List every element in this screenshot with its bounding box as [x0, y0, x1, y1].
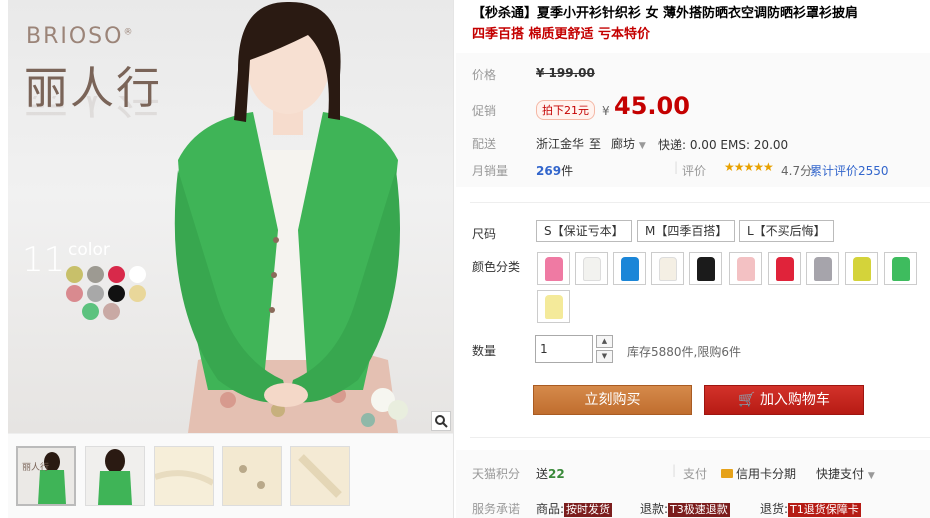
- sale-price: 45.00: [614, 92, 690, 120]
- color-option-pink[interactable]: [537, 252, 570, 285]
- color-swatch: [129, 285, 146, 302]
- service-return: 退货: T1退货保障卡: [760, 502, 861, 517]
- size-option-m[interactable]: M【四季百搭】: [637, 220, 736, 242]
- pay-label: 支付: [683, 467, 708, 481]
- size-option-l[interactable]: L【不买后悔】: [739, 220, 834, 242]
- chevron-down-icon: ▼: [638, 141, 646, 151]
- review-label: 评价: [682, 164, 707, 178]
- color-option-white[interactable]: [575, 252, 608, 285]
- currency-symbol: ¥: [602, 104, 610, 118]
- main-product-image[interactable]: BRIOSO® 丽人行 丽人行 11 color: [8, 0, 453, 433]
- color-option-yellow-green[interactable]: [845, 252, 878, 285]
- color-count-label: 11 color: [22, 240, 110, 280]
- product-subtitle: 四季百搭 棉质更舒适 亏本特价: [472, 27, 651, 42]
- sales-separator: |: [674, 160, 679, 174]
- product-title: 【秒杀通】夏季小开衫针织衫 女 薄外搭防晒衣空调防晒衫罩衫披肩: [472, 6, 859, 21]
- color-swatch: [87, 285, 104, 302]
- service-label: 服务承诺: [472, 502, 521, 516]
- sales-label: 月销量: [472, 164, 509, 178]
- color-option-cream[interactable]: [651, 252, 684, 285]
- color-swatch: [66, 266, 83, 283]
- color-option-black[interactable]: [689, 252, 722, 285]
- credit-installment[interactable]: 信用卡分期: [721, 465, 796, 482]
- quantity-increase-button[interactable]: ▲: [596, 335, 613, 348]
- rating-score: 4.7分: [781, 164, 813, 178]
- shipping-to-word: 至: [589, 137, 602, 151]
- rating-stars: ★★★★★: [724, 160, 774, 174]
- panel-divider: [453, 0, 454, 518]
- cumulative-reviews-link[interactable]: 累计评价2550: [810, 162, 889, 179]
- quantity-input[interactable]: [535, 335, 593, 363]
- quantity-label: 数量: [472, 344, 497, 358]
- color-option-red[interactable]: [768, 252, 801, 285]
- buy-now-button[interactable]: 立刻购买: [533, 385, 692, 415]
- promo-tag: 拍下21元: [536, 100, 595, 120]
- color-option-light-pink[interactable]: [729, 252, 762, 285]
- points-separator: |: [672, 463, 677, 477]
- points-label: 天猫积分: [472, 467, 521, 481]
- color-option-light-yellow[interactable]: [537, 290, 570, 323]
- original-price: ¥ 199.00: [536, 66, 595, 80]
- color-option-blue[interactable]: [613, 252, 646, 285]
- add-to-cart-button[interactable]: 🛒 加入购物车: [704, 385, 864, 415]
- thumbnail-1[interactable]: 丽人行: [16, 446, 76, 506]
- quantity-decrease-button[interactable]: ▼: [596, 350, 613, 363]
- monthly-sales: 269件: [536, 164, 574, 178]
- color-swatch: [129, 266, 146, 283]
- price-label: 价格: [472, 68, 497, 82]
- color-swatch: [108, 266, 125, 283]
- points-value: 送22: [536, 467, 565, 481]
- color-swatch: [108, 285, 125, 302]
- shipping-fees: 快递: 0.00 EMS: 20.00: [658, 138, 789, 152]
- thumbnail-4[interactable]: [222, 446, 282, 506]
- chevron-down-icon: ▼: [867, 471, 875, 481]
- size-option-s[interactable]: S【保证亏本】: [536, 220, 632, 242]
- shipping-origin: 浙江金华: [536, 137, 585, 151]
- model-photo: [174, 1, 408, 433]
- thumbnail-5[interactable]: [290, 446, 350, 506]
- brand-logo: BRIOSO®: [26, 24, 135, 49]
- service-refund: 退款: T3极速退款: [640, 502, 730, 517]
- divider: [470, 202, 930, 203]
- cart-icon: 🛒: [738, 392, 756, 408]
- quick-pay-dropdown[interactable]: 快捷支付 ▼: [816, 465, 875, 482]
- thumbnail-3[interactable]: [154, 446, 214, 506]
- color-option-green[interactable]: [884, 252, 917, 285]
- service-goods: 商品: 按时发货: [536, 502, 613, 517]
- promo-label: 促销: [472, 104, 497, 118]
- shipping-label: 配送: [472, 137, 497, 151]
- color-label: 颜色分类: [472, 260, 521, 274]
- stock-info: 库存5880件,限购6件: [627, 345, 741, 359]
- size-label: 尺码: [472, 227, 497, 241]
- zoom-icon[interactable]: [431, 411, 451, 431]
- thumbnail-2[interactable]: [85, 446, 145, 506]
- credit-card-icon: [721, 469, 733, 478]
- thumbnail-strip: 丽人行: [8, 433, 453, 518]
- color-option-gray[interactable]: [806, 252, 839, 285]
- shipping-destination-dropdown[interactable]: 廊坊 ▼: [611, 135, 646, 152]
- color-swatch: [103, 303, 120, 320]
- color-swatch: [87, 266, 104, 283]
- svg-text:丽人行: 丽人行: [22, 461, 49, 473]
- brand-reflection: 丽人行: [24, 96, 162, 132]
- color-swatch: [82, 303, 99, 320]
- divider: [470, 437, 930, 438]
- color-swatch: [66, 285, 83, 302]
